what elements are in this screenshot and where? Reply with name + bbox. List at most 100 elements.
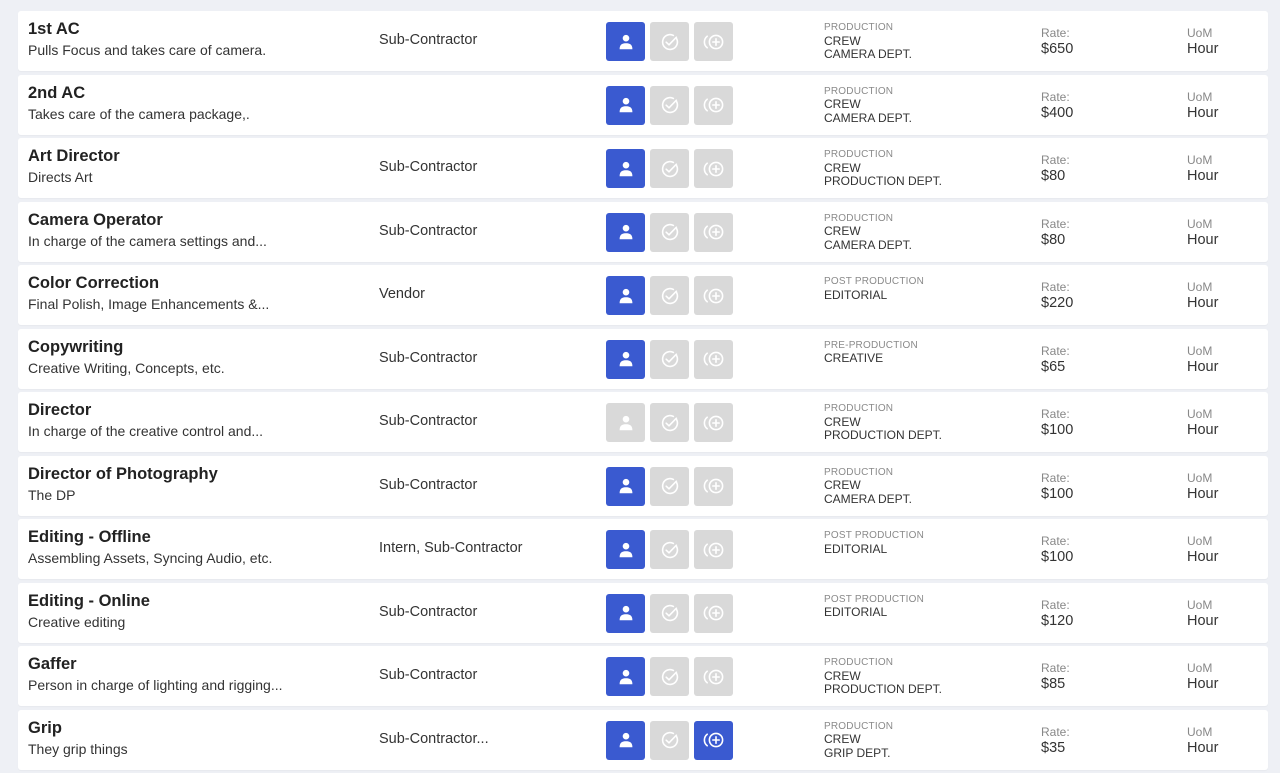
uom-value: Hour — [1187, 676, 1219, 692]
add-button[interactable] — [694, 85, 733, 125]
rate-value: $80 — [1041, 168, 1066, 184]
item-description: Assembling Assets, Syncing Audio, etc. — [28, 550, 273, 566]
assign-person-button[interactable] — [606, 530, 645, 569]
person-icon — [617, 541, 635, 559]
add-circle-icon — [702, 476, 726, 496]
add-circle-icon — [702, 349, 726, 369]
item-categories: PRODUCTION CREW PRODUCTION DEPT. — [824, 402, 942, 443]
row-actions — [606, 339, 733, 379]
item-name: 2nd AC — [28, 83, 86, 102]
assign-person-button[interactable] — [606, 339, 645, 379]
row-actions — [606, 22, 733, 61]
check-circle-icon — [660, 286, 680, 306]
rate-label: Rate: — [1041, 724, 1070, 739]
item-type: Sub-Contractor — [379, 476, 478, 493]
check-circle-icon — [660, 413, 680, 433]
assign-person-button[interactable] — [606, 720, 645, 760]
uom-label: UoM — [1187, 407, 1213, 421]
rate-label: Rate: — [1041, 153, 1070, 167]
item-categories: PRODUCTION CREW GRIP DEPT. — [824, 720, 893, 761]
add-button[interactable] — [694, 593, 733, 633]
check-circle-icon — [660, 476, 680, 496]
category-group: POST PRODUCTION — [824, 530, 925, 541]
add-button[interactable] — [694, 22, 733, 61]
item-description: Pulls Focus and takes care of camera. — [28, 42, 267, 58]
assign-person-button[interactable] — [606, 403, 645, 442]
uom-value: Hour — [1187, 358, 1219, 375]
list-item: 1st AC Pulls Focus and takes care of cam… — [18, 11, 1268, 71]
person-icon — [617, 414, 635, 432]
category-line: PRODUCTION DEPT. — [824, 428, 943, 442]
assign-person-button[interactable] — [606, 22, 645, 61]
person-icon — [617, 223, 635, 241]
add-circle-icon — [702, 286, 726, 306]
add-button[interactable] — [694, 339, 733, 379]
add-circle-icon — [702, 159, 726, 179]
rate-label: Rate: — [1041, 407, 1070, 421]
category-line: CAMERA DEPT. — [824, 237, 913, 252]
item-categories: PRODUCTION CREW CAMERA DEPT. — [824, 85, 912, 126]
list-item: Color Correction Final Polish, Image Enh… — [18, 265, 1268, 325]
list-item: Grip They grip things Sub-Contractor... … — [18, 709, 1268, 770]
person-icon — [617, 477, 635, 495]
category-group: POST PRODUCTION — [824, 276, 925, 287]
uom-label: UoM — [1187, 597, 1213, 612]
assign-person-button[interactable] — [606, 85, 645, 125]
item-name: Grip — [28, 718, 62, 737]
person-icon — [617, 731, 635, 749]
item-categories: PRODUCTION CREW PRODUCTION DEPT. — [824, 656, 942, 697]
approve-button[interactable] — [650, 657, 689, 696]
approve-button[interactable] — [650, 403, 689, 442]
check-circle-icon — [660, 159, 680, 179]
approve-button[interactable] — [650, 339, 689, 379]
item-categories: POST PRODUCTION EDITORIAL — [824, 593, 924, 620]
assign-person-button[interactable] — [606, 212, 645, 252]
item-name: Art Director — [28, 147, 120, 165]
assign-person-button[interactable] — [606, 276, 645, 315]
item-name: Editing - Offline — [28, 528, 151, 546]
add-button[interactable] — [694, 276, 733, 315]
approve-button[interactable] — [650, 212, 689, 252]
approve-button[interactable] — [650, 22, 689, 61]
assign-person-button[interactable] — [606, 149, 645, 188]
approve-button[interactable] — [650, 149, 689, 188]
approve-button[interactable] — [650, 85, 689, 125]
rate-label: Rate: — [1041, 597, 1070, 612]
add-button[interactable] — [694, 530, 733, 569]
category-line: CREW — [824, 732, 861, 746]
uom-label: UoM — [1187, 153, 1213, 167]
uom-value: Hour — [1187, 612, 1219, 629]
approve-button[interactable] — [650, 593, 689, 633]
row-actions — [606, 657, 733, 696]
assign-person-button[interactable] — [606, 466, 645, 506]
person-icon — [617, 287, 635, 305]
uom-label: UoM — [1187, 470, 1213, 485]
uom-label: UoM — [1187, 26, 1213, 40]
approve-button[interactable] — [650, 276, 689, 315]
approve-button[interactable] — [650, 530, 689, 569]
assign-person-button[interactable] — [606, 593, 645, 633]
rate-label: Rate: — [1041, 26, 1070, 40]
person-icon — [617, 160, 635, 178]
approve-button[interactable] — [650, 720, 689, 760]
item-type: Intern, Sub-Contractor — [379, 540, 523, 556]
check-circle-icon — [660, 349, 680, 369]
rate-label: Rate: — [1041, 280, 1070, 294]
add-button[interactable] — [694, 466, 733, 506]
item-description: In charge of the creative control and... — [28, 423, 264, 439]
add-button[interactable] — [694, 403, 733, 442]
add-button[interactable] — [694, 720, 733, 760]
category-group: PRODUCTION — [824, 466, 894, 478]
approve-button[interactable] — [650, 466, 689, 506]
rate-value: $65 — [1041, 358, 1066, 375]
rate-value: $220 — [1041, 295, 1074, 311]
check-circle-icon — [660, 32, 680, 52]
add-button[interactable] — [694, 149, 733, 188]
item-categories: PRODUCTION CREW PRODUCTION DEPT. — [824, 148, 942, 189]
rate-value: $85 — [1041, 676, 1066, 692]
add-button[interactable] — [694, 212, 733, 252]
item-name: Director — [28, 401, 92, 419]
add-button[interactable] — [694, 657, 733, 696]
assign-person-button[interactable] — [606, 657, 645, 696]
list-item: Editing - Offline Assembling Assets, Syn… — [18, 519, 1268, 579]
